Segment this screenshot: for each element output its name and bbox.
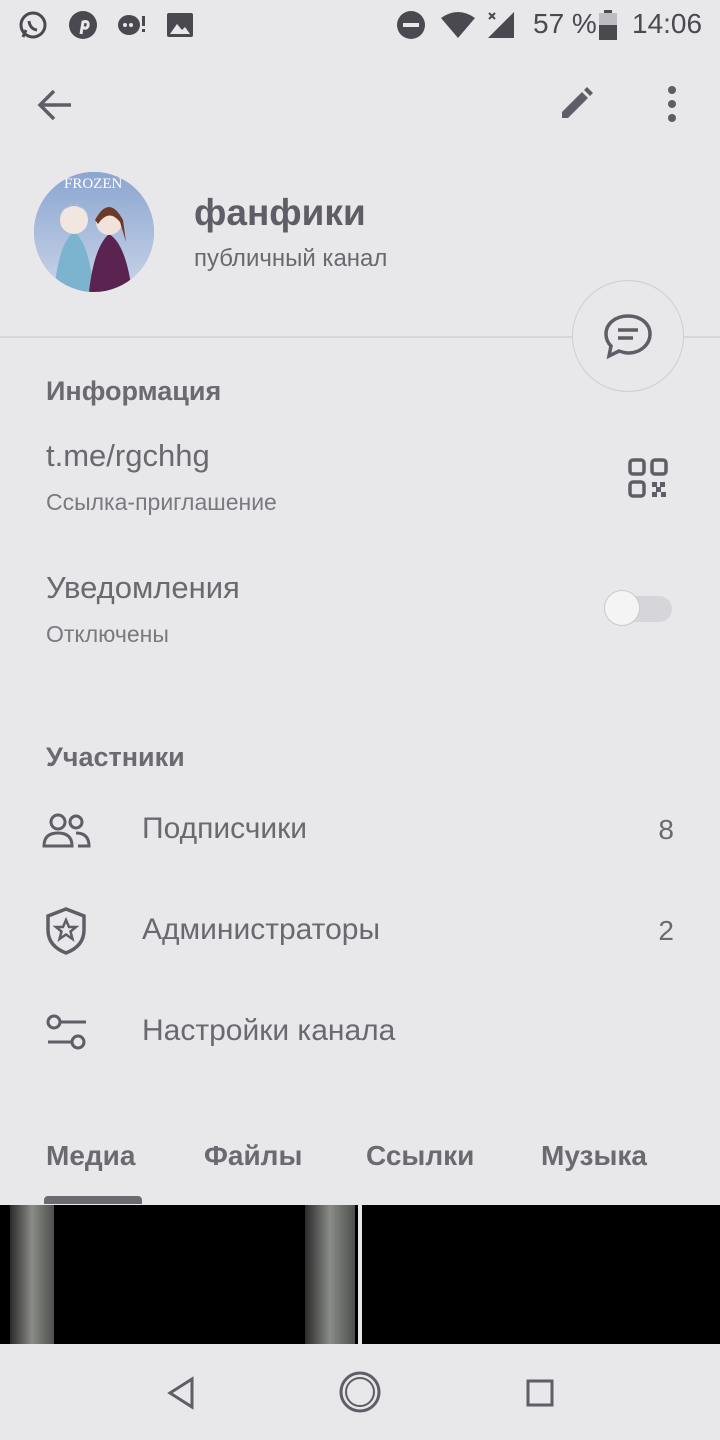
nav-back-icon[interactable] xyxy=(166,1376,196,1410)
whatsapp-icon xyxy=(19,11,47,39)
thumbnail-pillar xyxy=(10,1205,54,1345)
settings-sliders-icon xyxy=(46,1014,86,1050)
edit-pencil-icon[interactable] xyxy=(558,86,594,122)
chat-notification-icon xyxy=(118,15,145,35)
invite-link-caption: Ссылка-приглашение xyxy=(46,489,277,515)
administrators-count: 2 xyxy=(658,915,674,946)
toggle-knob xyxy=(604,590,640,626)
active-tab-indicator xyxy=(44,1196,142,1204)
tab-files[interactable]: Файлы xyxy=(204,1140,302,1172)
channel-settings-label[interactable]: Настройки канала xyxy=(142,1014,395,1048)
admin-shield-icon xyxy=(46,907,86,955)
nav-home-icon[interactable] xyxy=(338,1370,382,1414)
pinterest-icon xyxy=(69,11,97,39)
tab-music[interactable]: Музыка xyxy=(541,1140,647,1172)
system-navigation-bar xyxy=(0,1344,720,1440)
thumbnail-pillar xyxy=(305,1205,355,1345)
notifications-state: Отключены xyxy=(46,621,169,647)
channel-avatar[interactable]: FROZEN xyxy=(34,172,154,292)
media-grid xyxy=(0,1205,720,1345)
channel-name: фанфики xyxy=(194,192,366,233)
subscribers-label[interactable]: Подписчики xyxy=(142,812,307,846)
people-icon xyxy=(42,813,91,848)
image-icon xyxy=(167,13,193,37)
more-vert-icon[interactable] xyxy=(660,84,684,124)
media-thumbnail[interactable] xyxy=(362,1205,720,1345)
notifications-label: Уведомления xyxy=(46,570,240,605)
invite-link[interactable]: t.me/rgchhg xyxy=(46,438,210,474)
dnd-icon xyxy=(397,11,425,39)
tab-media[interactable]: Медиа xyxy=(46,1140,135,1172)
members-section-title: Участники xyxy=(46,742,185,772)
channel-type: публичный канал xyxy=(194,245,388,272)
subscribers-count: 8 xyxy=(658,814,674,845)
chat-bubble-icon xyxy=(604,314,652,359)
info-section-title: Информация xyxy=(46,376,222,406)
discussion-button[interactable] xyxy=(572,280,684,392)
administrators-label[interactable]: Администраторы xyxy=(142,913,380,947)
clock: 14:06 xyxy=(632,8,703,39)
wifi-icon xyxy=(441,12,475,38)
media-thumbnail[interactable] xyxy=(0,1205,358,1345)
qr-code-icon[interactable] xyxy=(628,458,668,498)
battery-icon xyxy=(599,10,617,40)
battery-percent: 57 % xyxy=(533,8,597,39)
notifications-toggle[interactable] xyxy=(604,590,672,626)
back-arrow-icon[interactable] xyxy=(36,86,74,124)
signal-icon xyxy=(488,12,514,38)
tab-links[interactable]: Ссылки xyxy=(366,1140,474,1172)
nav-recents-icon[interactable] xyxy=(526,1379,554,1407)
avatar-logo-text: FROZEN xyxy=(64,176,123,192)
